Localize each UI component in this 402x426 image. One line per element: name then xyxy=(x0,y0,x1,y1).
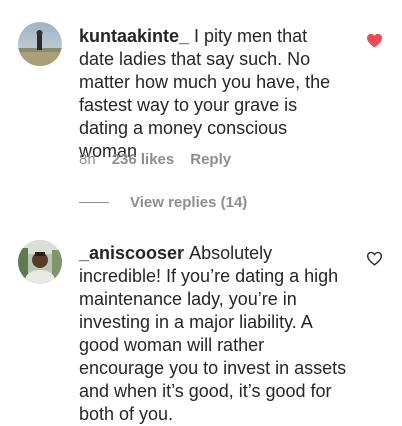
comment-time: 8h xyxy=(79,151,96,168)
avatar-image xyxy=(18,22,62,66)
comment-content: Absolutely incredible! If you’re dating … xyxy=(79,243,347,424)
replies-divider xyxy=(79,202,109,203)
view-replies-button[interactable]: View replies (14) xyxy=(130,194,247,211)
heart-icon[interactable] xyxy=(366,33,383,53)
comment-text: kuntaakinte_ I pity men that date ladies … xyxy=(79,25,347,163)
avatar-image xyxy=(18,240,62,284)
comment-likes[interactable]: 236 likes xyxy=(112,151,175,168)
reply-button[interactable]: Reply xyxy=(190,151,231,168)
heart-outline-icon[interactable] xyxy=(366,251,383,271)
comment-content: I pity men that date ladies that say suc… xyxy=(79,26,331,161)
comment-username[interactable]: _aniscooser xyxy=(79,243,184,263)
comment-username[interactable]: kuntaakinte_ xyxy=(79,26,189,46)
comment-meta: 8h 236 likes Reply xyxy=(79,151,247,168)
avatar[interactable] xyxy=(18,22,62,66)
comment-text: _aniscooser Absolutely incredible! If you… xyxy=(79,242,351,426)
avatar[interactable] xyxy=(18,240,62,284)
